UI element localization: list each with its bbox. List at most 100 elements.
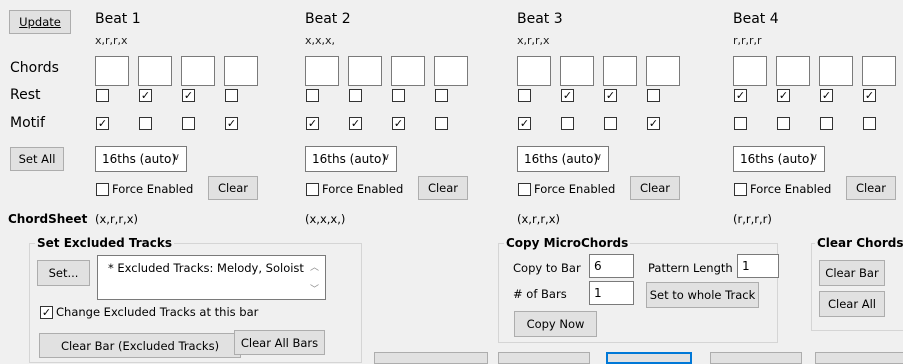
subdivision-select[interactable]: 16ths (auto) ∨ (305, 146, 397, 172)
subdivision-select[interactable]: 16ths (auto) ∨ (517, 146, 609, 172)
rest-checkbox[interactable]: ✓ (561, 89, 574, 102)
rest-checkbox[interactable] (435, 89, 448, 102)
clear-all-bars-button[interactable]: Clear All Bars (234, 330, 325, 355)
clear-bar-chords-button[interactable]: Clear Bar (819, 260, 885, 286)
rest-checkbox[interactable]: ✓ (182, 89, 195, 102)
force-enabled-checkbox[interactable] (306, 183, 319, 196)
subdivision-select[interactable]: 16ths (auto) ∨ (733, 146, 825, 172)
force-enabled-label: Force Enabled (750, 182, 832, 196)
beat-pattern: r,r,r,r (733, 34, 762, 47)
chevron-down-icon: ∨ (594, 152, 602, 163)
rest-checkbox[interactable] (306, 89, 319, 102)
chord-input[interactable] (560, 56, 594, 86)
motif-checkbox[interactable] (863, 117, 876, 130)
subdivision-value: 16ths (auto) (524, 152, 599, 166)
chord-input[interactable] (305, 56, 339, 86)
rest-checkbox[interactable]: ✓ (139, 89, 152, 102)
beat-clear-button[interactable]: Clear (846, 176, 896, 200)
motif-checkbox[interactable]: ✓ (392, 117, 405, 130)
chord-input[interactable] (517, 56, 551, 86)
chord-input[interactable] (862, 56, 896, 86)
clear-all-chords-button[interactable]: Clear All (819, 291, 885, 317)
motif-checkbox[interactable]: ✓ (96, 117, 109, 130)
chord-input[interactable] (733, 56, 767, 86)
set-excluded-button[interactable]: Set... (37, 260, 90, 286)
chord-input[interactable] (348, 56, 382, 86)
subdivision-select[interactable]: 16ths (auto) ∨ (95, 146, 187, 172)
rest-checkbox[interactable] (518, 89, 531, 102)
rest-checkbox[interactable]: ✓ (777, 89, 790, 102)
change-excluded-checkbox[interactable]: ✓ (40, 306, 53, 319)
motif-checkbox[interactable]: ✓ (349, 117, 362, 130)
motif-checkbox[interactable] (820, 117, 833, 130)
motif-checkbox[interactable] (561, 117, 574, 130)
bottom-button-5[interactable] (815, 352, 903, 364)
chord-input[interactable] (819, 56, 853, 86)
rest-checkbox[interactable] (647, 89, 660, 102)
motif-checkbox[interactable]: ✓ (225, 117, 238, 130)
rest-checkbox[interactable]: ✓ (734, 89, 747, 102)
chords-row-label: Chords (10, 60, 59, 76)
motif-checkbox[interactable] (435, 117, 448, 130)
force-enabled-checkbox[interactable] (734, 183, 747, 196)
chord-input[interactable] (776, 56, 810, 86)
chord-input[interactable] (434, 56, 468, 86)
beat-title: Beat 1 (95, 11, 141, 27)
set-whole-track-button[interactable]: Set to whole Track (646, 282, 759, 308)
chord-input[interactable] (603, 56, 637, 86)
rest-checkbox[interactable]: ✓ (863, 89, 876, 102)
rest-row-label: Rest (10, 87, 41, 103)
motif-checkbox[interactable] (777, 117, 790, 130)
motif-checkbox[interactable] (604, 117, 617, 130)
beat-pattern: x,r,r,x (95, 34, 128, 47)
motif-checkbox[interactable] (182, 117, 195, 130)
force-enabled-checkbox[interactable] (518, 183, 531, 196)
scroll-up-icon[interactable]: ︿ (310, 260, 319, 273)
bottom-button-4[interactable] (710, 352, 802, 364)
rest-checkbox[interactable] (96, 89, 109, 102)
num-bars-input[interactable]: 1 (589, 281, 634, 305)
chord-input[interactable] (646, 56, 680, 86)
update-button[interactable]: Update (9, 10, 71, 34)
beat-pattern: x,x,x, (305, 34, 336, 47)
rest-checkbox[interactable] (392, 89, 405, 102)
chord-input[interactable] (95, 56, 129, 86)
bottom-button-1[interactable] (374, 352, 488, 364)
beat-clear-button[interactable]: Clear (630, 176, 680, 200)
beat-chordsheet-pattern: (x,r,r,x) (95, 212, 139, 226)
excluded-tracks-title: Set Excluded Tracks (35, 236, 175, 250)
set-all-button[interactable]: Set All (10, 147, 64, 171)
chord-input[interactable] (391, 56, 425, 86)
bottom-button-2[interactable] (498, 352, 590, 364)
clear-bar-excluded-button[interactable]: Clear Bar (Excluded Tracks) (39, 333, 241, 358)
chordsheet-label: ChordSheet (8, 212, 88, 226)
motif-checkbox[interactable] (139, 117, 152, 130)
scroll-down-icon[interactable]: ﹀ (310, 282, 319, 295)
excluded-tracks-text: * Excluded Tracks: Melody, Soloist (108, 261, 304, 275)
chord-input[interactable] (181, 56, 215, 86)
beat-chordsheet-pattern: (x,x,x,) (305, 212, 346, 226)
rest-checkbox[interactable] (349, 89, 362, 102)
motif-checkbox[interactable]: ✓ (306, 117, 319, 130)
rest-checkbox[interactable]: ✓ (604, 89, 617, 102)
motif-checkbox[interactable]: ✓ (518, 117, 531, 130)
excluded-tracks-textbox[interactable]: * Excluded Tracks: Melody, Soloist ︿ ﹀ (97, 255, 326, 300)
beat-clear-button[interactable]: Clear (418, 176, 468, 200)
copy-to-bar-input[interactable]: 6 (589, 254, 634, 278)
subdivision-value: 16ths (auto) (102, 152, 177, 166)
motif-checkbox[interactable]: ✓ (647, 117, 660, 130)
chevron-down-icon: ∨ (172, 152, 180, 163)
rest-checkbox[interactable]: ✓ (820, 89, 833, 102)
clear-chords-group (811, 243, 903, 331)
beat-clear-button[interactable]: Clear (208, 176, 258, 200)
clear-chords-title: Clear Chords (815, 236, 903, 250)
force-enabled-checkbox[interactable] (96, 183, 109, 196)
subdivision-value: 16ths (auto) (740, 152, 815, 166)
pattern-length-input[interactable]: 1 (737, 254, 779, 278)
bottom-button-3[interactable] (606, 352, 692, 364)
chord-input[interactable] (224, 56, 258, 86)
chord-input[interactable] (138, 56, 172, 86)
copy-now-button[interactable]: Copy Now (514, 311, 597, 337)
motif-checkbox[interactable] (734, 117, 747, 130)
rest-checkbox[interactable] (225, 89, 238, 102)
